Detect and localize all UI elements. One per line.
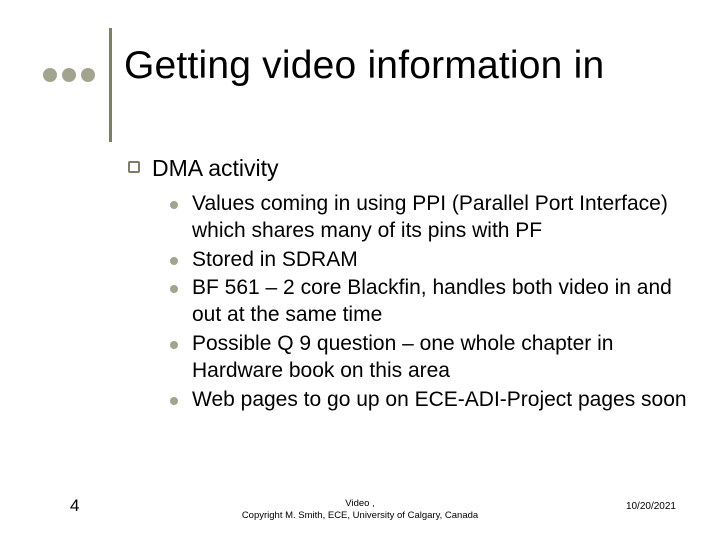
list-item: Web pages to go up on ECE-ADI-Project pa… [170,387,688,414]
round-bullet-icon [170,257,178,265]
round-bullet-icon [170,201,178,209]
list-item-text: Possible Q 9 question – one whole chapte… [192,331,688,385]
list-item-text: Values coming in using PPI (Parallel Por… [192,191,688,245]
square-bullet-icon [128,161,140,173]
footer-center-line2: Copyright M. Smith, ECE, University of C… [242,510,478,521]
round-bullet-icon [170,397,178,405]
round-bullet-icon [170,341,178,349]
list-item: Stored in SDRAM [170,247,688,274]
footer: 4 Video , Copyright M. Smith, ECE, Unive… [0,492,720,522]
list-item: Possible Q 9 question – one whole chapte… [170,331,688,385]
list-item: Values coming in using PPI (Parallel Por… [170,191,688,245]
slide-title: Getting video information in [124,44,604,88]
slide: Getting video information in DMA activit… [0,0,720,540]
bullet-level1: DMA activity [128,154,688,183]
footer-date: 10/20/2021 [626,501,676,512]
round-bullet-icon [170,285,178,293]
slide-body: DMA activity Values coming in using PPI … [128,154,688,416]
dot-icon [62,68,76,82]
list-item-text: Web pages to go up on ECE-ADI-Project pa… [192,387,687,414]
bullet-level2-list: Values coming in using PPI (Parallel Por… [170,191,688,414]
dot-icon [43,68,57,82]
dot-icon [81,68,95,82]
list-item-text: Stored in SDRAM [192,247,358,274]
list-item-text: BF 561 – 2 core Blackfin, handles both v… [192,275,688,329]
decorative-dots [43,68,95,82]
list-item: BF 561 – 2 core Blackfin, handles both v… [170,275,688,329]
bullet-level1-text: DMA activity [152,154,279,183]
footer-center-line1: Video , [345,498,374,509]
vertical-divider [109,28,112,142]
footer-center: Video , Copyright M. Smith, ECE, Univers… [0,498,720,522]
